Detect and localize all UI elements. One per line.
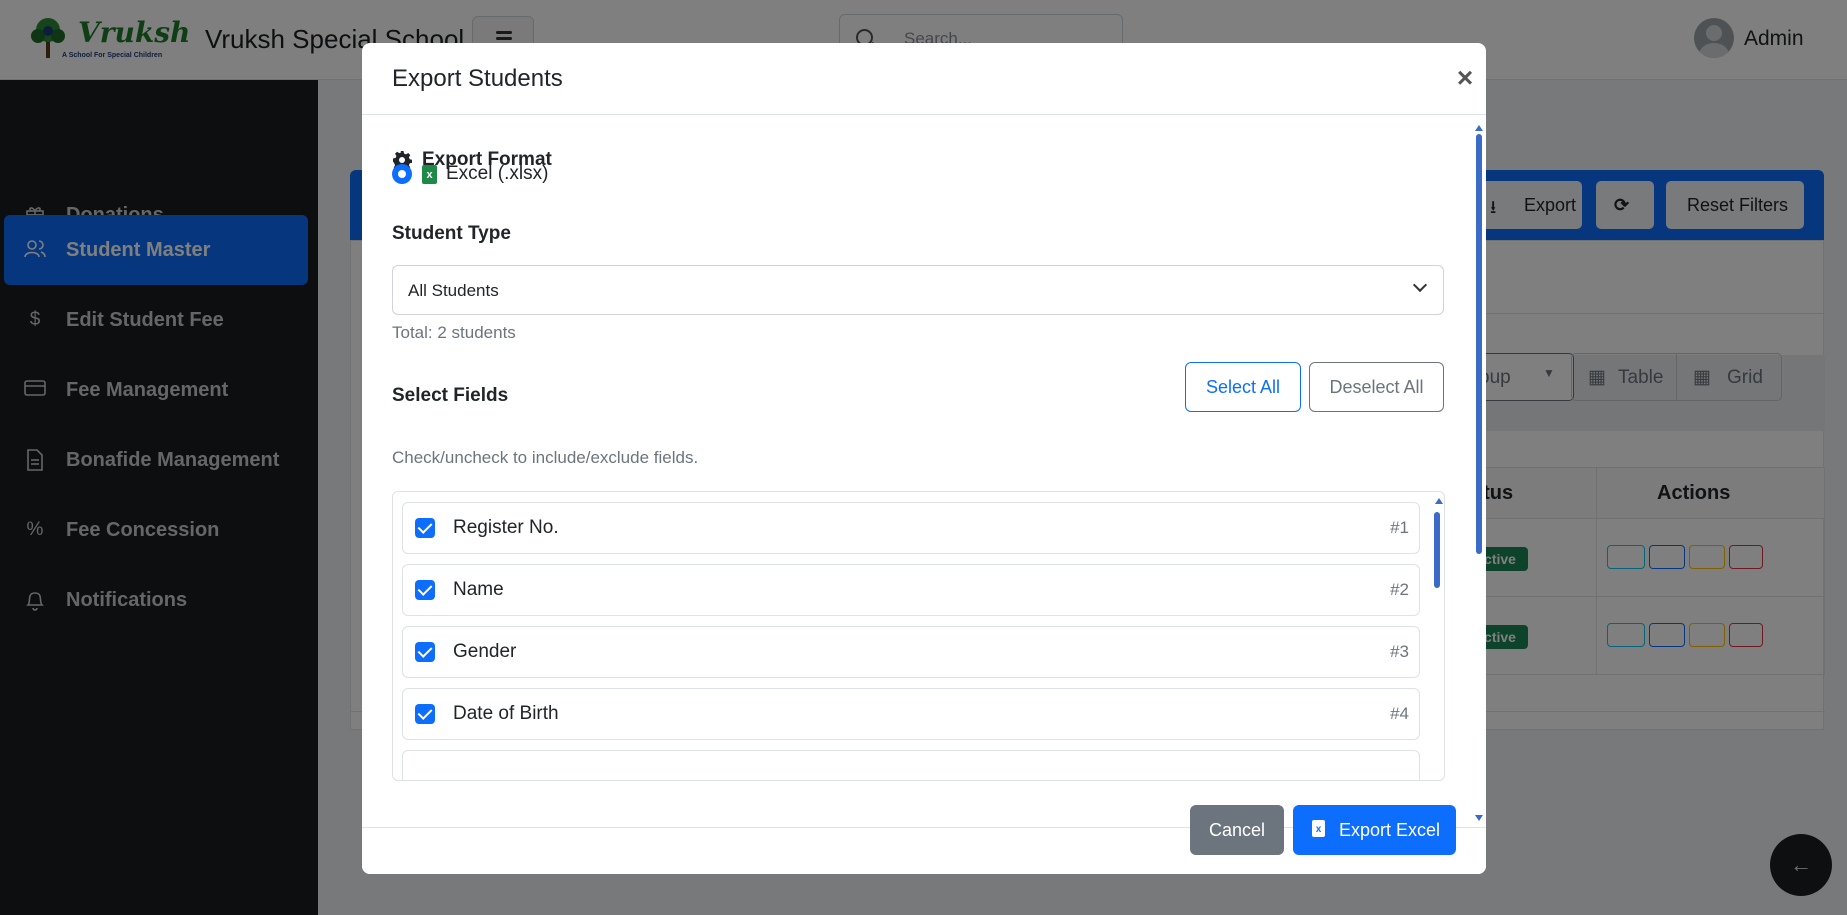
field-checkbox[interactable]: [415, 704, 435, 724]
close-button[interactable]: ×: [1452, 63, 1478, 93]
modal-header: Export Students ×: [362, 43, 1486, 115]
scroll-up-arrow[interactable]: [1475, 125, 1483, 131]
excel-file-icon: x: [422, 165, 437, 184]
deselect-all-button[interactable]: Deselect All: [1309, 362, 1444, 412]
field-number: #4: [1390, 704, 1409, 723]
export-students-modal: Export Students × Export Format x Excel …: [362, 43, 1486, 874]
excel-format-radio[interactable]: [392, 164, 412, 184]
fields-hint-text: Check/uncheck to include/exclude fields.: [392, 448, 699, 467]
chevron-down-icon: [1412, 277, 1428, 293]
field-name: Gender: [453, 641, 517, 662]
field-name: Name: [453, 579, 504, 600]
field-name: Register No.: [453, 517, 559, 538]
field-name: Date of Birth: [453, 703, 559, 724]
modal-scrollbar-thumb[interactable]: [1476, 134, 1482, 554]
field-number: #1: [1390, 518, 1409, 537]
scroll-down-arrow[interactable]: [1475, 815, 1483, 821]
student-type-value: All Students: [408, 281, 499, 300]
fields-list: Register No. #1 Name #2 Gender #3 Date o…: [392, 491, 1445, 781]
field-number: #3: [1390, 642, 1409, 661]
total-students-text: Total: 2 students: [392, 323, 516, 342]
field-item-partial[interactable]: [402, 750, 1420, 780]
field-number: #2: [1390, 580, 1409, 599]
excel-format-label[interactable]: Excel (.xlsx): [446, 163, 548, 185]
select-fields-label: Select Fields: [392, 385, 509, 406]
student-type-select[interactable]: All Students: [392, 265, 1444, 315]
fields-scrollbar-thumb[interactable]: [1434, 512, 1440, 588]
field-checkbox[interactable]: [415, 518, 435, 538]
field-item-gender[interactable]: Gender #3: [402, 626, 1420, 678]
field-item-register-no[interactable]: Register No. #1: [402, 502, 1420, 554]
student-type-label: Student Type: [392, 223, 511, 244]
cancel-button[interactable]: Cancel: [1190, 805, 1284, 855]
modal-body: Export Format x Excel (.xlsx) Student Ty…: [362, 115, 1486, 827]
export-excel-button[interactable]: x Export Excel: [1293, 805, 1456, 855]
select-all-button[interactable]: Select All: [1185, 362, 1301, 412]
field-checkbox[interactable]: [415, 580, 435, 600]
field-checkbox[interactable]: [415, 642, 435, 662]
export-excel-label: Export Excel: [1339, 820, 1441, 840]
field-item-date-of-birth[interactable]: Date of Birth #4: [402, 688, 1420, 740]
excel-file-icon: x: [1312, 820, 1325, 837]
scroll-up-arrow[interactable]: [1435, 498, 1443, 504]
modal-title: Export Students: [392, 65, 563, 92]
field-item-name[interactable]: Name #2: [402, 564, 1420, 616]
